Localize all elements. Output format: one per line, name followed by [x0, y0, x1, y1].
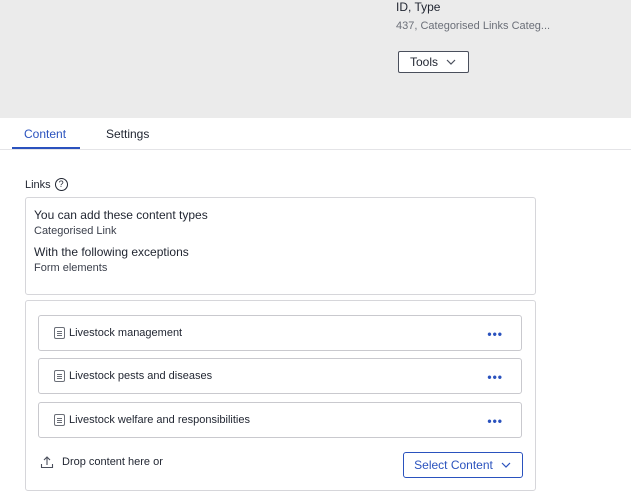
- tab-settings[interactable]: Settings: [106, 127, 149, 141]
- select-content-label: Select Content: [414, 458, 493, 472]
- editor-header: ID, Type 437, Categorised Links Categ...…: [0, 0, 631, 118]
- drop-zone: Drop content here or: [40, 455, 163, 469]
- tab-content[interactable]: Content: [24, 127, 66, 141]
- content-drop-area[interactable]: Livestock management ••• Livestock pests…: [25, 300, 536, 491]
- select-content-button[interactable]: Select Content: [403, 452, 523, 478]
- chevron-down-icon: [501, 462, 511, 468]
- tools-button-label: Tools: [409, 55, 438, 69]
- meta-value: 437, Categorised Links Categ...: [396, 20, 551, 32]
- tab-bar: Content Settings: [0, 118, 631, 150]
- tools-button[interactable]: Tools: [398, 51, 469, 73]
- document-icon: [54, 327, 65, 339]
- document-icon: [54, 414, 65, 426]
- list-item[interactable]: Livestock management •••: [38, 315, 522, 351]
- active-tab-indicator: [12, 147, 80, 149]
- drop-zone-text: Drop content here or: [62, 456, 163, 468]
- links-label: Links: [25, 178, 51, 191]
- list-item-label: Livestock pests and diseases: [69, 370, 213, 382]
- list-item[interactable]: Livestock welfare and responsibilities •…: [38, 402, 522, 438]
- links-field-label: Links ?: [25, 178, 68, 191]
- exceptions-title: With the following exceptions: [34, 245, 189, 259]
- more-options-icon[interactable]: •••: [487, 327, 503, 341]
- allowed-types-title: You can add these content types: [34, 208, 208, 222]
- list-item-label: Livestock welfare and responsibilities: [69, 414, 250, 426]
- document-icon: [54, 370, 65, 382]
- meta-label: ID, Type: [396, 0, 441, 14]
- allowed-types-box: You can add these content types Categori…: [25, 197, 536, 295]
- more-options-icon[interactable]: •••: [487, 414, 503, 428]
- list-item[interactable]: Livestock pests and diseases •••: [38, 358, 522, 394]
- exceptions-value: Form elements: [34, 262, 108, 274]
- chevron-down-icon: [446, 59, 456, 65]
- question-circle-icon[interactable]: ?: [54, 178, 68, 191]
- list-item-label: Livestock management: [69, 327, 183, 339]
- more-options-icon[interactable]: •••: [487, 370, 503, 384]
- allowed-types-value: Categorised Link: [34, 225, 117, 237]
- upload-icon: [40, 456, 54, 469]
